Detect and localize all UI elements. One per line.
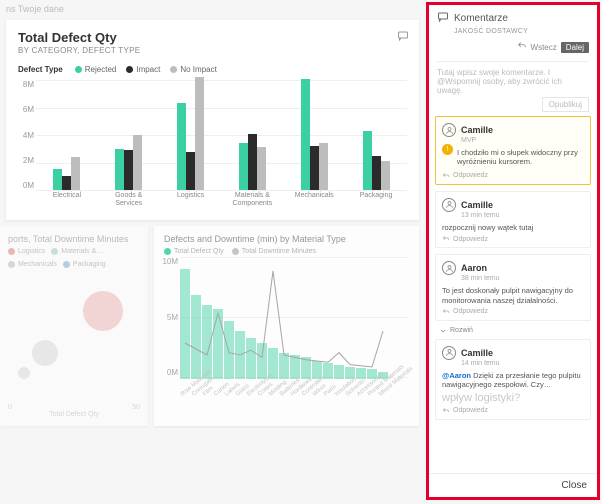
panel-title: Komentarze (454, 13, 508, 24)
chart-title: ports, Total Downtime Minutes (8, 234, 140, 244)
reply-button[interactable]: Odpowiedz (442, 407, 584, 415)
chart-card-scatter[interactable]: ports, Total Downtime Minutes Logistics … (0, 226, 148, 426)
back-button[interactable]: Wstecz (531, 43, 557, 52)
comments-panel: Komentarze JAKOŚĆ DOSTAWCY Wstecz Dalej … (426, 2, 600, 500)
comment-user: Camille (461, 348, 493, 358)
compose-area: Tutaj wpisz swoje komentarze. I @Wspomni… (437, 61, 589, 110)
comment-user: Aaron (461, 263, 487, 273)
combo-chart: 10M 5M 0M Raw MaterialsCorrugateFilmCart… (180, 257, 409, 397)
badge-icon: ! (442, 144, 453, 155)
chart-title: Defects and Downtime (min) by Material T… (164, 234, 409, 244)
avatar (442, 261, 456, 275)
scatter-plot (8, 272, 140, 402)
comment-user: Camille (461, 200, 493, 210)
expand-button[interactable]: Rozwiń (439, 327, 591, 335)
comment-extra: wpływ logistyki? (442, 392, 584, 404)
panel-subtitle: JAKOŚĆ DOSTAWCY (454, 28, 589, 35)
dashboard-area: ns Twoje dane Total Defect Qty BY CATEGO… (0, 0, 425, 504)
chart-card-defect-qty[interactable]: Total Defect Qty BY CATEGORY, DEFECT TYP… (6, 20, 419, 220)
reply-button[interactable]: Odpowiedz (442, 235, 584, 243)
reply-button[interactable]: Odpowiedz (442, 308, 584, 316)
chart-subtitle: BY CATEGORY, DEFECT TYPE (18, 46, 407, 55)
comment-icon[interactable] (397, 30, 409, 45)
comment-icon (437, 11, 449, 26)
grouped-bar-chart: 8M 6M 4M 2M 0M ElectricalGoods & Service… (36, 80, 407, 210)
next-button[interactable]: Dalej (561, 42, 589, 53)
comment-time: 38 min temu (461, 275, 584, 282)
chart-card-material[interactable]: Defects and Downtime (min) by Material T… (154, 226, 419, 426)
comments-list: CamilleMVP!I chodziło mi o słupek widocz… (429, 116, 597, 473)
comment-time: 13 min temu (461, 212, 584, 219)
legend-title: Defect Type (18, 65, 63, 74)
chart-title: Total Defect Qty (18, 30, 407, 45)
breadcrumb: ns Twoje dane (0, 4, 419, 20)
comment-item[interactable]: CamilleMVP!I chodziło mi o słupek widocz… (435, 116, 591, 185)
reply-button[interactable]: Odpowiedz (442, 172, 584, 180)
reply-icon[interactable] (517, 41, 527, 53)
comment-user: Camille (461, 125, 493, 135)
chart-legend: Defect Type Rejected Impact No Impact (18, 65, 407, 74)
avatar (442, 198, 456, 212)
comment-time: 14 min temu (461, 360, 584, 367)
chart-legend: Total Defect Qty Total Downtime Minutes (164, 248, 409, 255)
avatar (442, 346, 456, 360)
comment-input[interactable]: Tutaj wpisz swoje komentarze. I @Wspomni… (437, 68, 589, 95)
comment-item[interactable]: Aaron38 min temuTo jest doskonały pulpit… (435, 254, 591, 321)
post-button[interactable]: Opublikuj (542, 97, 589, 112)
close-button[interactable]: Close (429, 473, 597, 497)
comment-item[interactable]: Camille13 min temurozpocznij nowy wątek … (435, 191, 591, 248)
comment-time: MVP (461, 137, 584, 144)
avatar (442, 123, 456, 137)
chart-legend: Logistics Materials &… Mechanicals Packa… (8, 248, 140, 268)
comment-item[interactable]: Camille14 min temu@Aaron Dzięki za przes… (435, 339, 591, 420)
